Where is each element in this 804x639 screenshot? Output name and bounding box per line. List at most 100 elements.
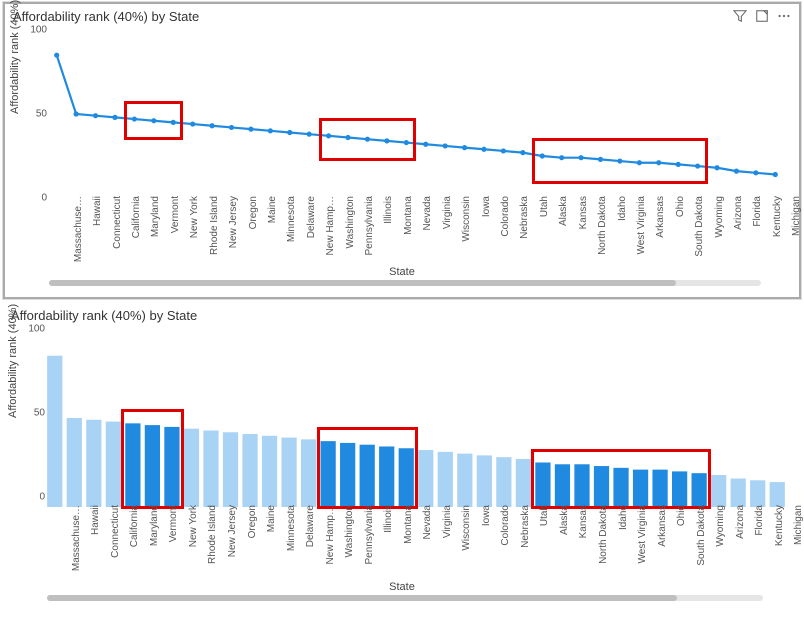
x-axis-label: State xyxy=(3,581,801,593)
data-point[interactable] xyxy=(229,125,234,130)
data-point[interactable] xyxy=(501,148,506,153)
data-point[interactable] xyxy=(190,121,195,126)
x-tick: Iowa xyxy=(481,196,492,217)
bar[interactable] xyxy=(613,468,628,507)
bar[interactable] xyxy=(672,471,687,507)
bar[interactable] xyxy=(86,420,101,507)
data-point[interactable] xyxy=(423,142,428,147)
x-tick: Utah xyxy=(539,505,550,526)
line-chart xyxy=(41,30,791,198)
x-tick: Delaware xyxy=(305,505,316,547)
chart-action-icons xyxy=(733,9,791,23)
data-point[interactable] xyxy=(132,116,137,121)
horizontal-scrollbar[interactable] xyxy=(49,278,761,288)
data-point[interactable] xyxy=(404,140,409,145)
bar[interactable] xyxy=(379,446,394,507)
bar[interactable] xyxy=(321,441,336,507)
data-point[interactable] xyxy=(714,165,719,170)
bar[interactable] xyxy=(516,459,531,507)
data-point[interactable] xyxy=(54,53,59,58)
data-point[interactable] xyxy=(753,170,758,175)
bar-chart xyxy=(39,329,793,507)
data-point[interactable] xyxy=(462,145,467,150)
x-tick: North Dakota xyxy=(598,505,609,564)
data-point[interactable] xyxy=(248,127,253,132)
data-point[interactable] xyxy=(151,118,156,123)
bar[interactable] xyxy=(47,356,62,507)
data-point[interactable] xyxy=(734,169,739,174)
chart-header: Affordability rank (40%) by State xyxy=(3,303,801,325)
bar[interactable] xyxy=(145,425,160,507)
data-point[interactable] xyxy=(695,163,700,168)
x-tick: Illinois xyxy=(383,505,394,533)
data-point[interactable] xyxy=(540,153,545,158)
horizontal-scrollbar[interactable] xyxy=(47,593,763,603)
data-point[interactable] xyxy=(559,155,564,160)
data-point[interactable] xyxy=(326,133,331,138)
bar[interactable] xyxy=(692,473,707,507)
scrollbar-thumb[interactable] xyxy=(47,595,677,601)
bar[interactable] xyxy=(242,434,257,507)
data-point[interactable] xyxy=(209,123,214,128)
data-point[interactable] xyxy=(384,138,389,143)
focus-icon[interactable] xyxy=(755,9,769,23)
bar[interactable] xyxy=(652,470,667,507)
data-point[interactable] xyxy=(112,115,117,120)
data-point[interactable] xyxy=(598,157,603,162)
data-point[interactable] xyxy=(481,147,486,152)
data-point[interactable] xyxy=(171,120,176,125)
bar[interactable] xyxy=(301,439,316,507)
data-point[interactable] xyxy=(287,130,292,135)
chart-panel-line: Affordability rank (40%) by State Afford… xyxy=(3,2,801,299)
bar[interactable] xyxy=(418,450,433,507)
data-point[interactable] xyxy=(268,128,273,133)
x-tick: Wyoming xyxy=(714,196,725,238)
bar[interactable] xyxy=(438,452,453,507)
bar[interactable] xyxy=(67,418,82,507)
data-point[interactable] xyxy=(93,113,98,118)
bar[interactable] xyxy=(164,427,179,507)
more-icon[interactable] xyxy=(777,9,791,23)
x-tick: Minnesota xyxy=(286,505,297,551)
bar[interactable] xyxy=(223,432,238,507)
bar[interactable] xyxy=(594,466,609,507)
data-point[interactable] xyxy=(74,111,79,116)
bar[interactable] xyxy=(399,448,414,507)
x-tick: Colorado xyxy=(500,196,511,237)
data-point[interactable] xyxy=(520,150,525,155)
data-point[interactable] xyxy=(676,162,681,167)
bar[interactable] xyxy=(457,454,472,507)
data-point[interactable] xyxy=(365,137,370,142)
data-point[interactable] xyxy=(773,172,778,177)
x-tick: Connecticut xyxy=(110,505,121,558)
bar[interactable] xyxy=(633,470,648,507)
bar[interactable] xyxy=(555,464,570,507)
bar[interactable] xyxy=(340,443,355,507)
x-tick: Oregon xyxy=(248,196,259,229)
bar[interactable] xyxy=(125,423,140,507)
data-point[interactable] xyxy=(656,160,661,165)
data-point[interactable] xyxy=(443,143,448,148)
x-tick: North Dakota xyxy=(597,196,608,255)
data-point[interactable] xyxy=(617,158,622,163)
data-point[interactable] xyxy=(637,160,642,165)
x-tick: Washington xyxy=(345,196,356,248)
data-point[interactable] xyxy=(307,132,312,137)
bar[interactable] xyxy=(360,445,375,507)
scrollbar-thumb[interactable] xyxy=(49,280,676,286)
data-point[interactable] xyxy=(578,155,583,160)
bar[interactable] xyxy=(184,429,199,507)
x-tick: Montana xyxy=(403,505,414,544)
x-tick: Alaska xyxy=(559,505,570,535)
bar[interactable] xyxy=(203,430,218,507)
x-tick: Connecticut xyxy=(112,196,123,249)
bar[interactable] xyxy=(496,457,511,507)
data-point[interactable] xyxy=(345,135,350,140)
bar[interactable] xyxy=(262,436,277,507)
bar[interactable] xyxy=(535,463,550,508)
bar[interactable] xyxy=(477,455,492,507)
filter-icon[interactable] xyxy=(733,9,747,23)
bar[interactable] xyxy=(574,464,589,507)
bar[interactable] xyxy=(106,422,121,507)
bar[interactable] xyxy=(281,438,296,507)
